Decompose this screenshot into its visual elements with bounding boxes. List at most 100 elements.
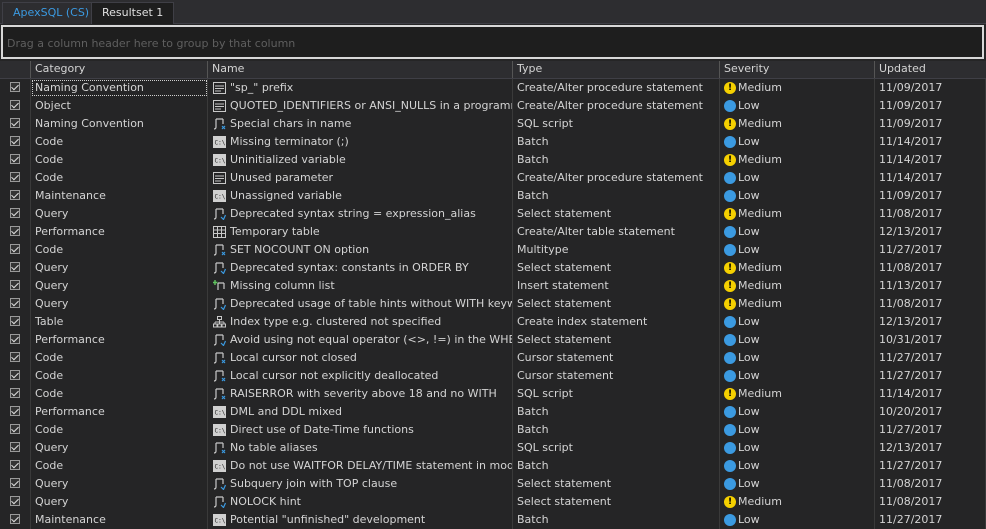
updated-cell[interactable]: 11/14/2017 [875,151,986,169]
type-cell[interactable]: Select statement [513,331,720,349]
row-checkbox-cell[interactable] [0,439,31,457]
name-cell[interactable]: Unused parameter [208,169,513,187]
name-cell[interactable]: C:\ Unassigned variable [208,187,513,205]
table-row[interactable]: Query Subquery join with TOP clause Select… [0,475,986,493]
type-cell[interactable]: Create/Alter table statement [513,223,720,241]
updated-cell[interactable]: 11/08/2017 [875,475,986,493]
updated-cell[interactable]: 11/27/2017 [875,367,986,385]
row-checkbox-cell[interactable] [0,205,31,223]
name-cell[interactable]: NOLOCK hint [208,493,513,511]
type-cell[interactable]: Cursor statement [513,367,720,385]
updated-cell[interactable]: 12/13/2017 [875,313,986,331]
severity-cell[interactable]: Low [720,223,875,241]
table-row[interactable]: Code Local cursor not closed Cursor statem… [0,349,986,367]
updated-cell[interactable]: 11/27/2017 [875,511,986,529]
row-checkbox-cell[interactable] [0,115,31,133]
name-cell[interactable]: Local cursor not explicitly deallocated [208,367,513,385]
updated-cell[interactable]: 11/08/2017 [875,493,986,511]
table-row[interactable]: Query No table aliases SQL script Low 12/13/… [0,439,986,457]
severity-cell[interactable]: ! Medium [720,493,875,511]
type-cell[interactable]: Create index statement [513,313,720,331]
checkbox[interactable] [10,460,20,470]
name-cell[interactable]: Local cursor not closed [208,349,513,367]
header-type[interactable]: Type [513,61,720,78]
updated-cell[interactable]: 11/14/2017 [875,385,986,403]
severity-cell[interactable]: Low [720,331,875,349]
severity-cell[interactable]: Low [720,439,875,457]
severity-cell[interactable]: ! Medium [720,115,875,133]
group-by-panel[interactable]: Drag a column header here to group by th… [1,25,984,59]
row-checkbox-cell[interactable] [0,331,31,349]
checkbox[interactable] [10,478,20,488]
category-cell[interactable]: Maintenance [31,511,208,529]
checkbox[interactable] [10,172,20,182]
checkbox[interactable] [10,154,20,164]
category-cell[interactable]: Query [31,295,208,313]
type-cell[interactable]: Insert statement [513,277,720,295]
severity-cell[interactable]: Low [720,187,875,205]
type-cell[interactable]: Batch [513,457,720,475]
category-cell[interactable]: Code [31,133,208,151]
row-checkbox-cell[interactable] [0,313,31,331]
category-cell[interactable]: Code [31,169,208,187]
checkbox[interactable] [10,244,20,254]
severity-cell[interactable]: Low [720,169,875,187]
checkbox[interactable] [10,298,20,308]
category-cell[interactable]: Object [31,97,208,115]
row-checkbox-cell[interactable] [0,259,31,277]
updated-cell[interactable]: 11/27/2017 [875,349,986,367]
row-checkbox-cell[interactable] [0,385,31,403]
table-row[interactable]: Code C:\ Direct use of Date-Time functions… [0,421,986,439]
category-cell[interactable]: Query [31,259,208,277]
header-name[interactable]: Name [208,61,513,78]
checkbox[interactable] [10,280,20,290]
type-cell[interactable]: Create/Alter procedure statement [513,97,720,115]
name-cell[interactable]: C:\ Missing terminator (;) [208,133,513,151]
severity-cell[interactable]: Low [720,313,875,331]
type-cell[interactable]: Select statement [513,493,720,511]
row-checkbox-cell[interactable] [0,241,31,259]
table-row[interactable]: Performance Avoid using not equal operato… [0,331,986,349]
severity-cell[interactable]: Low [720,349,875,367]
checkbox[interactable] [10,442,20,452]
table-row[interactable]: Code Local cursor not explicitly dealloca… [0,367,986,385]
updated-cell[interactable]: 11/27/2017 [875,241,986,259]
row-checkbox-cell[interactable] [0,295,31,313]
severity-cell[interactable]: ! Medium [720,385,875,403]
type-cell[interactable]: Select statement [513,259,720,277]
table-row[interactable]: Code C:\ Missing terminator (;) Batch Low 11/… [0,133,986,151]
name-cell[interactable]: C:\ Uninitialized variable [208,151,513,169]
severity-cell[interactable]: Low [720,421,875,439]
row-checkbox-cell[interactable] [0,367,31,385]
checkbox[interactable] [10,388,20,398]
table-row[interactable]: Query Deprecated syntax: constants in ORD… [0,259,986,277]
table-row[interactable]: Maintenance C:\ Unassigned variable Batch Lo… [0,187,986,205]
severity-cell[interactable]: ! Medium [720,277,875,295]
category-cell[interactable]: Performance [31,403,208,421]
severity-cell[interactable]: Low [720,133,875,151]
table-row[interactable]: Performance C:\ DML and DDL mixed Batch Low 1… [0,403,986,421]
checkbox[interactable] [10,136,20,146]
updated-cell[interactable]: 11/09/2017 [875,115,986,133]
table-row[interactable]: Query Deprecated syntax string = expressi… [0,205,986,223]
checkbox[interactable] [10,82,20,92]
row-checkbox-cell[interactable] [0,277,31,295]
table-row[interactable]: Object QUOTED_IDENTIFIERS or ANSI_NULLS i… [0,97,986,115]
severity-cell[interactable]: Low [720,457,875,475]
name-cell[interactable]: RAISERROR with severity above 18 and no … [208,385,513,403]
category-cell[interactable]: Query [31,277,208,295]
name-cell[interactable]: C:\ DML and DDL mixed [208,403,513,421]
category-cell[interactable]: Query [31,493,208,511]
table-row[interactable]: Code RAISERROR with severity above 18 and… [0,385,986,403]
type-cell[interactable]: Batch [513,151,720,169]
type-cell[interactable]: Batch [513,403,720,421]
name-cell[interactable]: C:\ Potential "unfinished" development [208,511,513,529]
header-check[interactable] [0,61,31,78]
name-cell[interactable]: Missing column list [208,277,513,295]
name-cell[interactable]: SET NOCOUNT ON option [208,241,513,259]
category-cell[interactable]: Maintenance [31,187,208,205]
table-row[interactable]: Query Missing column list Insert statement… [0,277,986,295]
name-cell[interactable]: C:\ Direct use of Date-Time functions [208,421,513,439]
header-severity[interactable]: Severity [720,61,875,78]
row-checkbox-cell[interactable] [0,97,31,115]
